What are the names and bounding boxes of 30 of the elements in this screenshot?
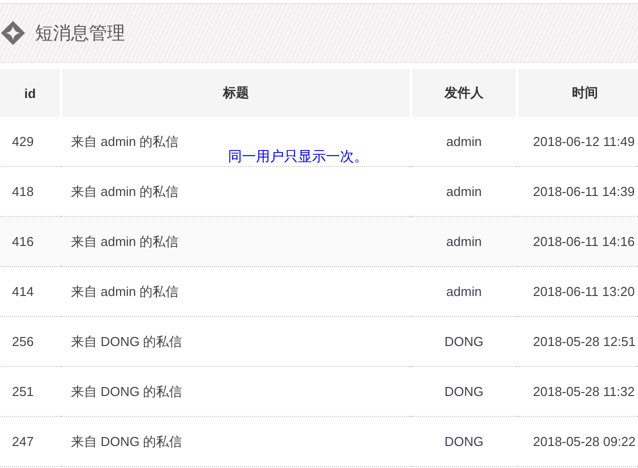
table-cell: 429 — [0, 117, 61, 166]
column-header: 标题 — [61, 69, 411, 117]
table-cell: admin — [411, 117, 517, 166]
column-header: 时间 — [517, 69, 638, 117]
table-cell: 来自 DONG 的私信 — [61, 366, 411, 416]
table-cell: 2018-06-11 14:16 — [517, 216, 638, 266]
table-cell: DONG — [411, 366, 517, 416]
diamond-star-icon — [0, 20, 26, 46]
table-cell: 2018-05-28 09:22 — [517, 416, 638, 466]
tooltip-text: 同一用户只显示一次。 — [228, 148, 368, 166]
table-cell: 2018-05-28 11:32 — [517, 366, 638, 416]
page-title: 短消息管理 — [35, 22, 125, 45]
table-cell: 来自 admin 的私信 — [61, 266, 411, 316]
table-cell: 2018-06-11 13:20 — [517, 266, 638, 316]
table-cell: 来自 DONG 的私信 — [61, 316, 411, 366]
table-cell: admin — [411, 216, 517, 266]
table-cell: 2018-06-12 11:49 — [517, 117, 638, 166]
table-cell: 来自 DONG 的私信 — [61, 416, 411, 466]
table-cell: 416 — [0, 216, 61, 266]
table-cell: DONG — [411, 316, 517, 366]
table-cell: 414 — [0, 266, 61, 316]
table-cell: 来自 admin 的私信 — [61, 216, 411, 266]
table-cell: admin — [411, 266, 517, 316]
column-header: 发件人 — [411, 69, 517, 117]
table-cell: 256 — [0, 316, 61, 366]
table-cell: 247 — [0, 416, 61, 466]
table-cell: 251 — [0, 366, 61, 416]
table-cell: DONG — [411, 416, 517, 466]
column-header: id — [0, 69, 61, 117]
table-cell: 2018-05-28 12:51 — [517, 316, 638, 366]
